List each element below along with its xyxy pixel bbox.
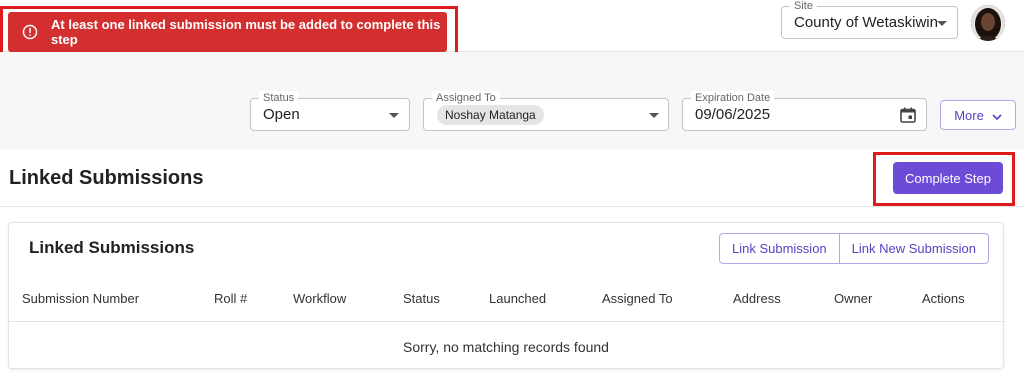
more-filters-button[interactable]: More — [940, 100, 1016, 130]
column-header-owner[interactable]: Owner — [834, 291, 872, 306]
column-header-status[interactable]: Status — [403, 291, 440, 306]
status-value: Open — [263, 106, 300, 123]
page-title: Linked Submissions — [9, 167, 204, 189]
assignee-chip[interactable]: Noshay Matanga — [437, 105, 544, 125]
assigned-to-select[interactable]: Assigned To Noshay Matanga — [423, 91, 669, 131]
table-header-divider — [9, 321, 1003, 322]
column-header-workflow[interactable]: Workflow — [293, 291, 346, 306]
column-header-submission-number[interactable]: Submission Number — [22, 291, 139, 306]
site-legend: Site — [790, 0, 817, 13]
expiration-date-field[interactable]: Expiration Date 09/06/2025 — [682, 91, 927, 131]
column-header-launched[interactable]: Launched — [489, 291, 546, 306]
chevron-down-icon — [649, 113, 659, 118]
column-header-actions: Actions — [922, 291, 965, 306]
assigned-to-legend: Assigned To — [432, 91, 500, 105]
link-button-group: Link Submission Link New Submission — [719, 233, 989, 264]
link-submission-button[interactable]: Link Submission — [720, 234, 839, 263]
link-new-submission-button[interactable]: Link New Submission — [838, 234, 988, 263]
user-avatar[interactable] — [971, 5, 1005, 41]
complete-step-button[interactable]: Complete Step — [893, 162, 1003, 194]
column-header-address[interactable]: Address — [733, 291, 781, 306]
card-title: Linked Submissions — [29, 238, 195, 257]
expiration-date-legend: Expiration Date — [691, 91, 775, 105]
more-label: More — [954, 107, 984, 123]
alert-circle-icon — [22, 24, 38, 40]
site-value: County of Wetaskiwin — [794, 14, 938, 31]
chevron-down-icon — [992, 108, 1002, 123]
expiration-date-value: 09/06/2025 — [695, 106, 771, 123]
calendar-icon[interactable] — [899, 106, 917, 129]
column-header-assigned-to[interactable]: Assigned To — [602, 291, 673, 306]
error-alert-message: At least one linked submission must be a… — [51, 17, 441, 47]
status-legend: Status — [259, 91, 299, 105]
chevron-down-icon — [937, 21, 947, 26]
column-header-roll[interactable]: Roll # — [214, 291, 247, 306]
empty-table-message: Sorry, no matching records found — [403, 339, 609, 355]
error-alert: At least one linked submission must be a… — [8, 12, 447, 52]
status-select[interactable]: Status Open — [250, 91, 410, 131]
chevron-down-icon — [389, 113, 399, 118]
site-select[interactable]: Site County of Wetaskiwin — [781, 0, 958, 39]
